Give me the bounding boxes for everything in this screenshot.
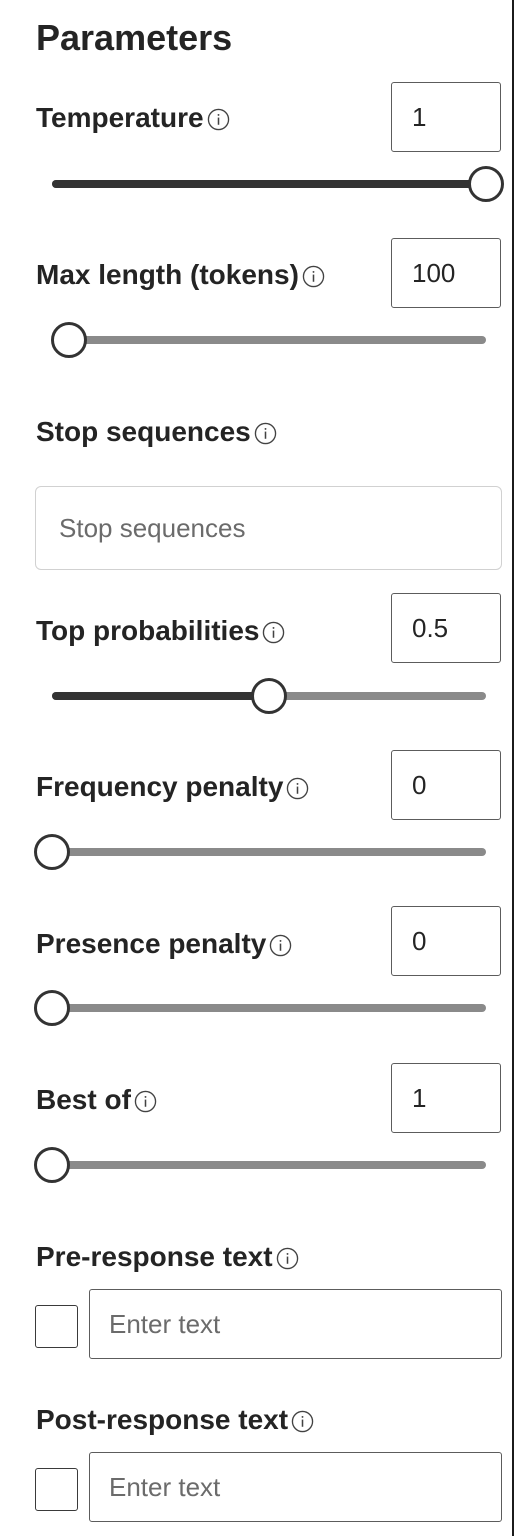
info-icon[interactable] [286, 777, 309, 800]
best-of-label: Best of [36, 1084, 131, 1115]
pre-response-label: Pre-response text [36, 1241, 273, 1272]
temperature-value-input[interactable] [391, 82, 501, 152]
info-icon[interactable] [276, 1247, 299, 1270]
max-length-label: Max length (tokens) [36, 259, 299, 290]
stop-sequences-label: Stop sequences [36, 416, 251, 447]
pre-response-label-row: Pre-response text [36, 1237, 299, 1277]
presence-penalty-label-row: Presence penalty [36, 924, 292, 964]
temperature-label: Temperature [36, 102, 204, 133]
top-probabilities-label-row: Top probabilities [36, 611, 285, 651]
info-icon[interactable] [302, 265, 325, 288]
info-icon[interactable] [254, 422, 277, 445]
max-length-slider[interactable] [36, 320, 504, 360]
slider-track [52, 1161, 486, 1169]
best-of-value-input[interactable] [391, 1063, 501, 1133]
post-response-checkbox[interactable] [35, 1468, 78, 1511]
post-response-label: Post-response text [36, 1404, 289, 1435]
slider-track [52, 1004, 486, 1012]
info-icon[interactable] [262, 621, 285, 644]
frequency-penalty-slider[interactable] [34, 832, 504, 872]
slider-thumb[interactable] [468, 166, 504, 202]
slider-track [52, 336, 486, 344]
best-of-slider[interactable] [34, 1145, 504, 1185]
frequency-penalty-label: Frequency penalty [36, 771, 284, 802]
info-icon[interactable] [269, 934, 292, 957]
post-response-input[interactable] [89, 1452, 502, 1522]
top-probabilities-slider[interactable] [36, 676, 504, 716]
stop-sequences-input[interactable] [35, 486, 502, 570]
presence-penalty-slider[interactable] [34, 988, 504, 1028]
slider-thumb[interactable] [51, 322, 88, 358]
slider-thumb[interactable] [34, 990, 70, 1026]
max-length-value-input[interactable] [391, 238, 501, 308]
slider-fill [52, 180, 486, 188]
slider-track [52, 848, 486, 856]
frequency-penalty-label-row: Frequency penalty [36, 767, 309, 807]
max-length-label-row: Max length (tokens) [36, 255, 325, 295]
slider-thumb[interactable] [251, 678, 287, 714]
presence-penalty-value-input[interactable] [391, 906, 501, 976]
top-probabilities-label: Top probabilities [36, 615, 260, 646]
temperature-slider[interactable] [36, 164, 504, 204]
slider-thumb[interactable] [34, 834, 70, 870]
slider-fill [52, 692, 269, 700]
best-of-label-row: Best of [36, 1080, 157, 1120]
info-icon[interactable] [291, 1410, 314, 1433]
presence-penalty-label: Presence penalty [36, 928, 267, 959]
top-probabilities-value-input[interactable] [391, 593, 501, 663]
stop-sequences-label-row: Stop sequences [36, 412, 277, 452]
info-icon[interactable] [134, 1090, 157, 1113]
post-response-label-row: Post-response text [36, 1400, 314, 1440]
panel-title: Parameters [36, 17, 233, 58]
pre-response-checkbox[interactable] [35, 1305, 78, 1348]
frequency-penalty-value-input[interactable] [391, 750, 501, 820]
info-icon[interactable] [207, 108, 230, 131]
pre-response-input[interactable] [89, 1289, 502, 1359]
slider-thumb[interactable] [34, 1147, 70, 1183]
temperature-label-row: Temperature [36, 98, 230, 138]
